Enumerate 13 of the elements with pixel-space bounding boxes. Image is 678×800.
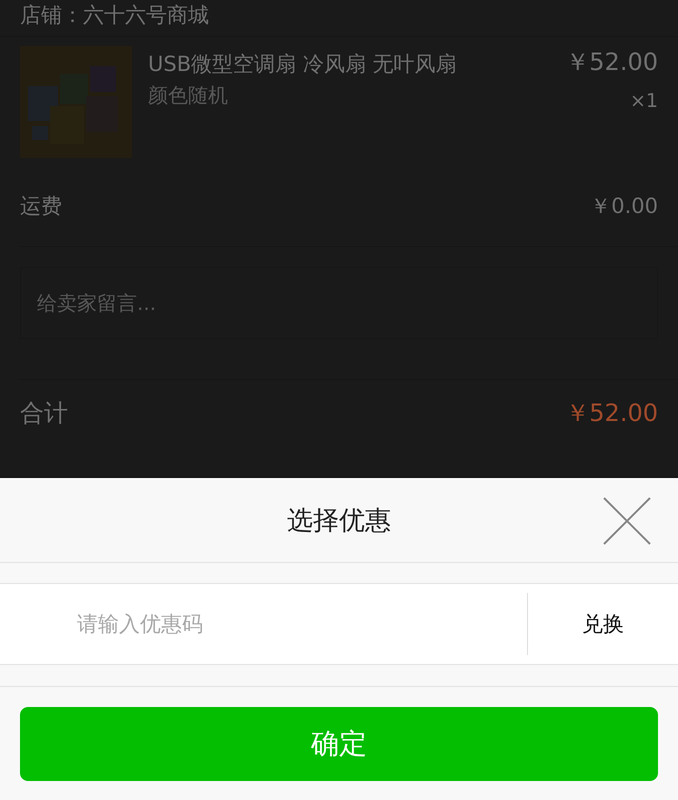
product-quantity: ×1: [630, 90, 658, 112]
total-label: 合计: [20, 398, 68, 429]
sheet-title: 选择优惠: [287, 504, 391, 538]
close-icon[interactable]: [602, 496, 652, 546]
product-title: USB微型空调扇 冷风扇 无叶风扇: [148, 51, 458, 78]
coupon-code-field[interactable]: 请输入优惠码: [0, 583, 527, 665]
shipping-fee: ￥0.00: [590, 193, 658, 220]
total-amount: ￥52.00: [565, 398, 658, 429]
redeem-button[interactable]: 兑换: [528, 583, 678, 665]
product-price: ￥52.00: [565, 47, 658, 78]
product-variant: 颜色随机: [148, 82, 229, 109]
store-name: 店铺：六十六号商城: [0, 0, 678, 37]
shipping-label: 运费: [20, 193, 62, 220]
